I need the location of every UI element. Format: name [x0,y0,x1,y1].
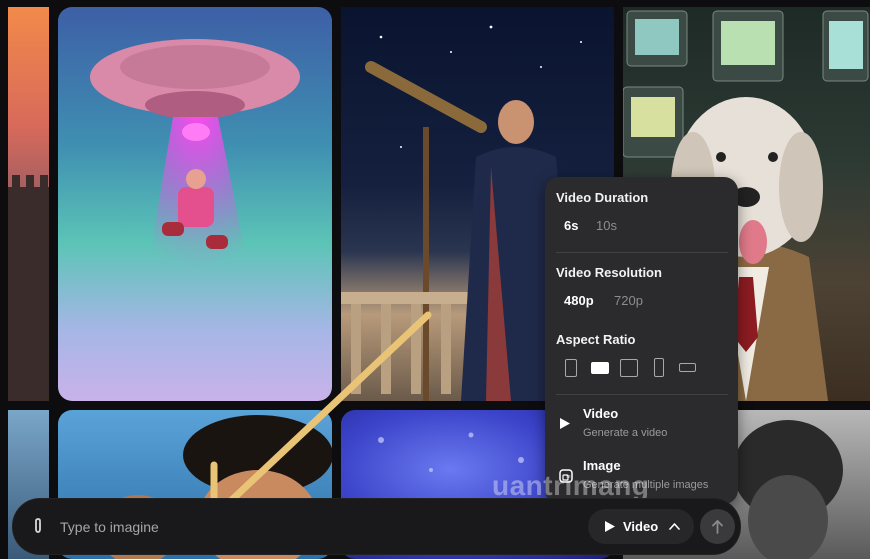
play-icon [605,521,615,532]
castle-silhouette [8,175,49,401]
divider [556,394,728,395]
mode-option-video-subtitle: Generate a video [583,427,668,439]
duration-option-6s[interactable]: 6s [564,218,578,233]
arrow-up-icon [712,520,723,534]
generation-settings-panel: Video Duration 6s 10s Video Resolution 4… [545,177,738,504]
gallery-image-sunset-castle[interactable] [8,7,49,401]
aspect-ratio-landscape-icon[interactable] [591,362,609,374]
attach-paperclip-icon[interactable] [31,517,45,535]
aspect-ratio-title: Aspect Ratio [556,332,636,347]
video-duration-title: Video Duration [556,190,649,205]
aspect-ratio-square-icon[interactable] [620,359,638,377]
resolution-option-720p[interactable]: 720p [614,293,643,308]
divider [556,252,728,253]
resolution-option-480p[interactable]: 480p [564,293,594,308]
mode-selector-label: Video [623,519,659,534]
mode-option-video-title: Video [583,406,619,421]
submit-button[interactable] [700,509,735,544]
aspect-ratio-tall-icon[interactable] [654,358,664,377]
duration-option-10s[interactable]: 10s [596,218,617,233]
prompt-input[interactable]: Type to imagine [60,519,159,535]
aspect-ratio-portrait-icon[interactable] [565,359,577,377]
watermark: uantrimang [492,470,650,501]
chevron-up-icon [669,523,680,530]
aspect-ratio-wide-icon[interactable] [679,363,696,372]
play-icon [560,418,570,429]
video-resolution-title: Video Resolution [556,265,662,280]
